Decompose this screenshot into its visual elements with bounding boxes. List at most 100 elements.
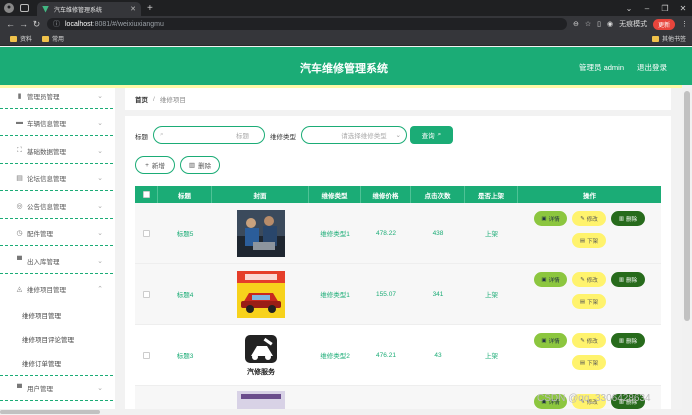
detail-button[interactable]: ▣ 详情 — [534, 211, 567, 226]
chevron-down-icon: ⌄ — [97, 147, 103, 155]
chevron-down-icon: ⌄ — [97, 229, 103, 237]
watermark: CSDN @qq_3306428634 — [537, 393, 651, 404]
close-tab-icon[interactable]: ✕ — [130, 5, 136, 13]
query-button-label: 查询 — [421, 133, 435, 140]
other-bookmarks[interactable]: 其他书签 — [651, 34, 686, 43]
sidebar-item-stock[interactable]: ▀ 出入库管理 ⌄ — [0, 248, 113, 274]
batch-delete-button[interactable]: ▥ 删除 — [180, 156, 220, 174]
minimize-icon[interactable]: – — [638, 4, 656, 13]
title-cell: 标题5 — [176, 231, 194, 238]
detail-button[interactable]: ▣ 详情 — [534, 333, 567, 348]
add-button[interactable]: + 新增 — [135, 156, 175, 174]
bookmark-folder[interactable]: 资料 — [10, 34, 32, 43]
sidebar-item-parts[interactable]: ◷ 配件管理 ⌄ — [0, 220, 113, 246]
chevron-down-icon: ⌄ — [97, 202, 103, 210]
trash-icon: ▥ — [188, 162, 196, 169]
row-select-cell — [135, 325, 158, 385]
new-tab-icon[interactable]: + — [147, 3, 153, 14]
row-checkbox[interactable] — [143, 229, 150, 237]
detail-icon: ▣ — [541, 337, 547, 344]
sidebar-subitem-repair-orders[interactable]: 维修订单管理 — [22, 358, 61, 368]
sidebar-item-forum[interactable]: ▤ 论坛信息管理 ⌄ — [0, 165, 113, 191]
update-button[interactable]: 更新 — [653, 18, 676, 30]
delete-button[interactable]: ▥ 删除 — [611, 211, 645, 226]
cover-cell — [212, 203, 309, 263]
detail-button[interactable]: ▣ 详情 — [534, 272, 567, 287]
title-filter-label: 标题 — [135, 134, 148, 141]
horizontal-scrollbar[interactable] — [0, 409, 682, 415]
sidebar-subitem-repair-projects[interactable]: 维修项目管理 — [22, 310, 61, 320]
reload-icon[interactable]: ↻ — [30, 19, 43, 30]
chevron-down-icon[interactable]: ⌄ — [620, 4, 638, 13]
table-header: 标题 封面 维修类型 维修价格 点击次数 是否上架 操作 — [135, 186, 661, 203]
browser-menu-icon[interactable]: ● — [4, 3, 14, 13]
chevron-down-icon: ⌄ — [395, 132, 401, 139]
title-cell: 标题4 — [176, 292, 194, 299]
info-icon: ⓘ — [53, 21, 60, 28]
sidebar-item-notice[interactable]: ◎ 公告信息管理 ⌄ — [0, 193, 113, 219]
type-select[interactable]: 请选择维修类型 ⌄ — [301, 126, 407, 144]
breadcrumb-current: 维修项目 — [159, 97, 186, 104]
browser-tab[interactable]: 汽车维修管理系统 ✕ — [37, 2, 141, 16]
edit-button[interactable]: ✎ 修改 — [572, 211, 606, 226]
table-row: 标题3 汽修服务 维修类型2 476.21 43 上架 ▣ 详情 ✎ 修改 ▥ … — [135, 325, 661, 386]
row-checkbox[interactable] — [143, 290, 150, 298]
tab-title: 汽车维修管理系统 — [54, 7, 103, 14]
zoom-icon[interactable]: ⊖ — [573, 20, 579, 28]
cover-cell: 汽修服务 — [212, 325, 309, 385]
sidebar-item-label: 配件管理 — [27, 230, 53, 238]
bookmarks-bar: 资料 常用 其他书签 — [0, 32, 692, 46]
title-search-input[interactable]: ⌕ 标题 — [153, 126, 265, 144]
sidebar-item-label: 基础数据管理 — [27, 148, 66, 156]
delete-button[interactable]: ▥ 删除 — [611, 333, 645, 348]
edit-button[interactable]: ✎ 修改 — [572, 272, 606, 287]
browser-tab-bar: ● 汽车维修管理系统 ✕ + ⌄ – ❐ ✕ — [0, 0, 692, 16]
logout-link[interactable]: 退出登录 — [637, 62, 667, 73]
bar-chart-icon: ▮ — [17, 92, 22, 100]
scrollbar-thumb[interactable] — [684, 91, 690, 321]
breadcrumb-home[interactable]: 首页 — [135, 94, 148, 104]
clock-icon: ◷ — [16, 229, 23, 237]
status-cell: 上架 — [485, 231, 498, 238]
url-field[interactable]: ⓘ localhost:8081/#/weixiuxiangmu — [47, 18, 567, 30]
batch-delete-label: 删除 — [198, 163, 212, 170]
type-filter-label: 维修类型 — [270, 134, 296, 141]
url-host: localhost — [65, 20, 93, 28]
offshelf-button[interactable]: ▤ 下架 — [572, 233, 606, 248]
more-menu-icon[interactable]: ⋮ — [681, 20, 688, 28]
sidebar-item-vehicles[interactable]: ▬ 车辆信息管理 ⌄ — [0, 110, 113, 136]
edit-button-label: 修改 — [586, 338, 598, 345]
sidebar-item-admin[interactable]: ▮ 管理员管理 ⌄ — [0, 83, 113, 109]
clicks-cell: 43 — [434, 351, 442, 359]
back-icon[interactable]: ← — [4, 19, 17, 29]
offshelf-button[interactable]: ▤ 下架 — [572, 355, 606, 370]
sidebar-item-basic-data[interactable]: ⛶ 基础数据管理 ⌄ — [0, 138, 113, 164]
edit-button[interactable]: ✎ 修改 — [572, 333, 606, 348]
offshelf-button[interactable]: ▤ 下架 — [572, 294, 606, 309]
maximize-icon[interactable]: ❐ — [656, 4, 674, 13]
chevron-down-icon: ⌄ — [97, 119, 103, 127]
select-all-checkbox[interactable] — [142, 191, 150, 198]
window-controls: ⌄ – ❐ ✕ — [620, 0, 692, 16]
row-checkbox[interactable] — [143, 351, 150, 359]
forward-icon[interactable]: → — [17, 19, 30, 29]
query-button[interactable]: 查询 ⌕ — [410, 126, 453, 144]
star-icon[interactable]: ☆ — [585, 20, 591, 28]
document-icon: ▤ — [579, 237, 586, 244]
column-header: 是否上架 — [465, 186, 518, 203]
sidebar-item-users[interactable]: ▀ 用户管理 ⌄ — [0, 375, 113, 401]
detail-icon: ▣ — [541, 215, 547, 222]
content-panel: 标题 ⌕ 标题 维修类型 请选择维修类型 ⌄ 查询 ⌕ + 新增 ▥ 删除 标题… — [125, 116, 671, 415]
vertical-scrollbar[interactable] — [682, 85, 692, 415]
bookmark-folder[interactable]: 常用 — [42, 34, 64, 43]
delete-button[interactable]: ▥ 删除 — [611, 272, 645, 287]
column-header: 封面 — [212, 186, 309, 203]
sidebar-subitem-repair-comments[interactable]: 维修项目评论管理 — [22, 334, 74, 344]
sidepanel-icon[interactable]: ▯ — [597, 20, 601, 28]
bookmark-label: 资料 — [20, 37, 33, 43]
detail-button-label: 详情 — [548, 216, 560, 223]
scrollbar-thumb[interactable] — [0, 410, 100, 414]
tab-overview-icon[interactable] — [20, 4, 29, 12]
sidebar-item-repair-projects[interactable]: ◬ 维修项目管理 ⌃ — [0, 276, 113, 302]
close-window-icon[interactable]: ✕ — [674, 4, 692, 13]
